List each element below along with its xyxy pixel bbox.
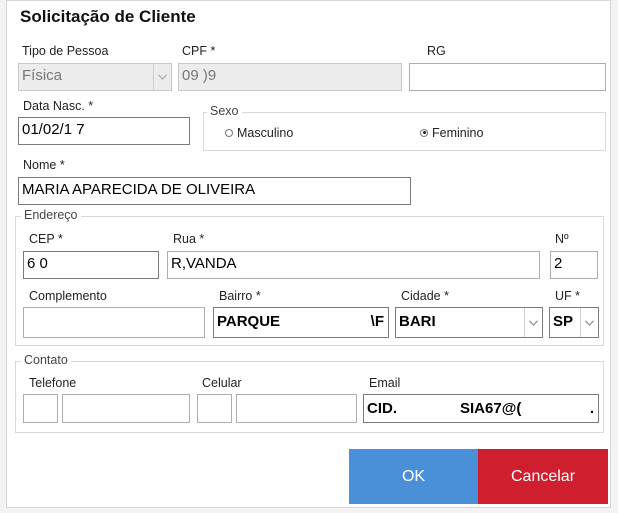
rua-label: Rua * (173, 232, 205, 246)
telefone-ddd-input[interactable] (23, 394, 58, 423)
rua-input[interactable]: R,VANDA (167, 251, 540, 279)
celular-ddd-input[interactable] (197, 394, 232, 423)
celular-input[interactable] (236, 394, 357, 423)
sexo-legend: Sexo (207, 104, 242, 118)
email-value: CID. (367, 400, 397, 417)
uf-value: SP (553, 313, 574, 330)
rg-input[interactable] (409, 63, 606, 91)
bairro-input[interactable]: PARQUE \F (213, 307, 389, 338)
data-nasc-label: Data Nasc. * (23, 99, 94, 113)
tipo-pessoa-value: Física (22, 67, 63, 84)
radio-feminino-label: Feminino (432, 125, 484, 140)
radio-masculino-label: Masculino (237, 125, 294, 140)
nome-label: Nome * (23, 158, 65, 172)
chevron-down-icon (580, 308, 598, 337)
cidade-label: Cidade * (401, 289, 449, 303)
email-input[interactable]: CID. SIA67@( . (363, 394, 599, 423)
radio-feminino-indicator (420, 128, 428, 137)
complemento-input[interactable] (23, 307, 205, 338)
dialog-window: Solicitação de Cliente Tipo de Pessoa Fí… (6, 0, 611, 508)
cancel-button[interactable]: Cancelar (478, 449, 608, 504)
bairro-value: PARQUE (217, 313, 281, 330)
dialog-title: Solicitação de Cliente (20, 7, 196, 26)
uf-label: UF * (555, 289, 580, 303)
data-nasc-input[interactable]: 01/02/1 7 (18, 117, 190, 145)
numero-input[interactable]: 2 (550, 251, 598, 279)
cidade-value: BARI (399, 313, 436, 330)
complemento-label: Complemento (29, 289, 107, 303)
radio-masculino-indicator (225, 128, 233, 137)
chevron-down-icon (524, 308, 542, 337)
endereco-legend: Endereço (21, 208, 81, 222)
cep-input[interactable]: 6 0 (23, 251, 159, 279)
bairro-label: Bairro * (219, 289, 261, 303)
tipo-pessoa-select[interactable]: Física (18, 63, 172, 91)
ok-button[interactable]: OK (349, 449, 478, 504)
cpf-input[interactable]: 09 )9 (178, 63, 402, 91)
numero-label: Nº (555, 232, 569, 246)
tipo-pessoa-label: Tipo de Pessoa (22, 44, 109, 58)
radio-feminino[interactable]: Feminino (420, 124, 483, 142)
chevron-down-icon (153, 64, 171, 90)
cep-label: CEP * (29, 232, 63, 246)
celular-label: Celular (202, 376, 242, 390)
email-value-end: . (589, 400, 594, 417)
nome-input[interactable]: MARIA APARECIDA DE OLIVEIRA (18, 177, 411, 205)
email-label: Email (369, 376, 401, 390)
rg-label: RG (427, 44, 446, 58)
cidade-select[interactable]: BARI (395, 307, 543, 338)
radio-masculino[interactable]: Masculino (225, 124, 293, 142)
telefone-label: Telefone (29, 376, 77, 390)
uf-select[interactable]: SP (549, 307, 599, 338)
email-value-middle: SIA67@( (460, 400, 522, 417)
cpf-label: CPF * (182, 44, 216, 58)
contato-legend: Contato (21, 353, 71, 367)
telefone-input[interactable] (62, 394, 190, 423)
bairro-value-tail: \F (370, 313, 384, 330)
